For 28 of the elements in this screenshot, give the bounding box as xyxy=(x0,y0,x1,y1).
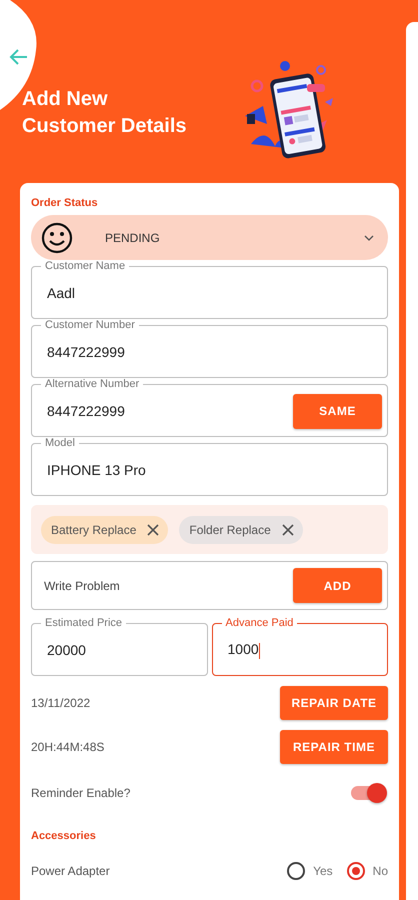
schedule-value: 20H:44M:48S xyxy=(31,740,104,754)
text-field[interactable]: Model IPHONE 13 Pro xyxy=(31,437,388,496)
price-field[interactable]: Estimated Price 20000 xyxy=(31,617,208,676)
page-title: Add New Customer Details xyxy=(22,87,188,139)
problem-field[interactable]: Write Problem ADD xyxy=(31,561,388,610)
schedule-value: 13/11/2022 xyxy=(31,696,90,710)
same-button[interactable]: SAME xyxy=(293,394,382,428)
status-dropdown[interactable]: PENDING xyxy=(31,215,388,260)
schedule-button[interactable]: REPAIR DATE xyxy=(280,686,388,720)
close-icon[interactable] xyxy=(280,522,295,536)
problem-chip[interactable]: Folder Replace xyxy=(179,516,303,544)
price-field[interactable]: Advance Paid 1000 xyxy=(212,617,388,676)
radio-option[interactable]: No xyxy=(346,862,388,880)
schedule-button[interactable]: REPAIR TIME xyxy=(280,730,388,764)
reminder-label: Reminder Enable? xyxy=(31,786,130,800)
section-label: Order Status xyxy=(31,197,98,209)
text-field[interactable]: Alternative Number 8447222999 SAME xyxy=(31,378,388,437)
text-field[interactable]: Customer Name Aadl xyxy=(31,260,388,319)
section-label: Accessories xyxy=(31,830,96,842)
chevron-icon xyxy=(364,234,374,240)
close-icon[interactable] xyxy=(146,522,160,536)
add-button[interactable]: ADD xyxy=(293,568,382,603)
accessory-label: Power Adapter xyxy=(31,864,111,878)
problem-chip[interactable]: Battery Replace xyxy=(41,516,168,544)
text-field[interactable]: Customer Number 8447222999 xyxy=(31,319,388,378)
radio-option[interactable]: Yes xyxy=(287,862,333,880)
smiley-icon xyxy=(41,222,73,254)
reminder-toggle[interactable] xyxy=(351,786,385,800)
